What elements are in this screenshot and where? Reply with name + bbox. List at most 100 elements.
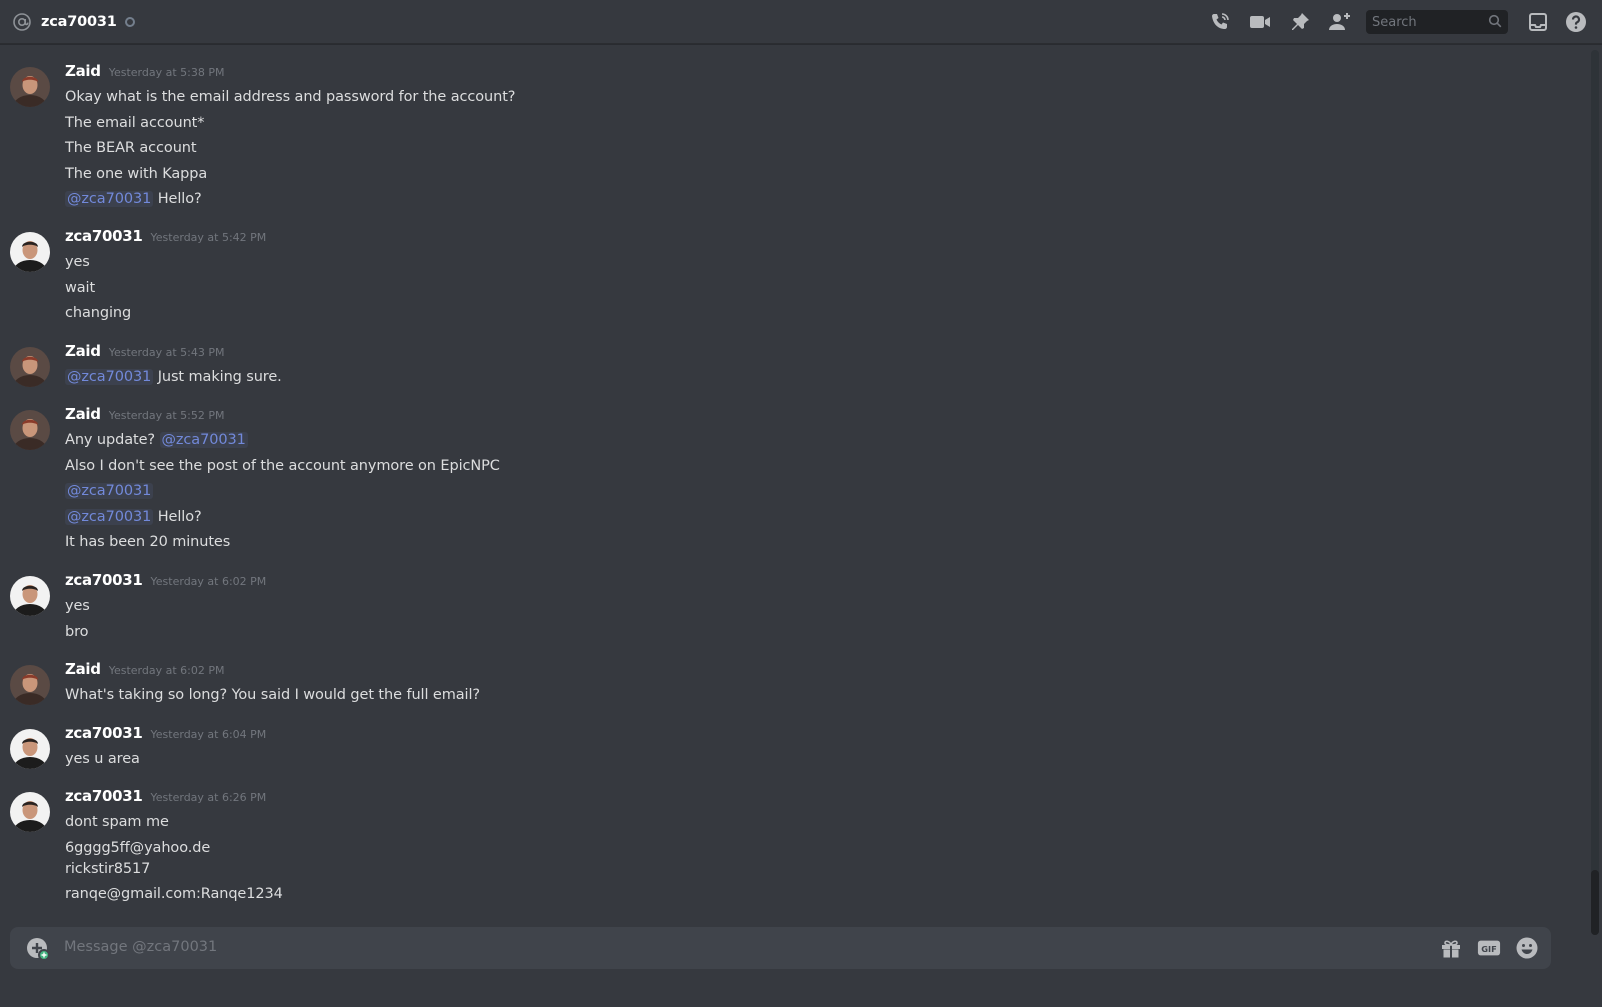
- avatar[interactable]: [10, 792, 50, 832]
- message-input[interactable]: Message @zca70031: [64, 939, 217, 955]
- message-header: zca70031 Yesterday at 5:42 PM: [65, 227, 266, 245]
- message-group: Zaid Yesterday at 5:38 PM Okay what is the…: [0, 62, 1580, 207]
- message-content: Also I don't see the post of the account…: [65, 458, 500, 474]
- username[interactable]: Zaid: [65, 660, 101, 678]
- message-text: @zca70031 Hello?: [65, 509, 202, 525]
- message-group: zca70031 Yesterday at 6:26 PM dont spam me…: [0, 787, 1580, 932]
- user-mention[interactable]: @zca70031: [65, 483, 154, 499]
- username[interactable]: Zaid: [65, 342, 101, 360]
- message-text: @zca70031 Hello?: [65, 191, 202, 207]
- message-text: The BEAR account: [65, 140, 197, 156]
- message-content: rickstir8517: [65, 861, 151, 877]
- message-text: The email account*: [65, 115, 205, 131]
- search-input[interactable]: Search: [1372, 15, 1488, 30]
- avatar[interactable]: [10, 576, 50, 616]
- composer-buttons: GIF: [1439, 927, 1539, 969]
- message-content: changing: [65, 305, 132, 321]
- message-content: ranqe@gmail.com:Ranqe1234: [65, 886, 283, 902]
- message-composer[interactable]: Message @zca70031 GIF: [10, 927, 1551, 969]
- offline-status-icon: [124, 16, 135, 27]
- call-icon[interactable]: [1208, 10, 1232, 34]
- avatar[interactable]: [10, 347, 50, 387]
- message-content: yes u area: [65, 751, 140, 767]
- timestamp: Yesterday at 5:52 PM: [108, 409, 225, 422]
- message-text: Okay what is the email address and passw…: [65, 89, 515, 105]
- message-content: 6gggg5ff@yahoo.de: [65, 840, 211, 856]
- message-text: Also I don't see the post of the account…: [65, 458, 500, 474]
- message-header: zca70031 Yesterday at 6:04 PM: [65, 724, 266, 742]
- avatar[interactable]: [10, 232, 50, 272]
- scrollbar-thumb[interactable]: [1591, 870, 1599, 935]
- timestamp: Yesterday at 6:02 PM: [150, 575, 267, 588]
- avatar[interactable]: [10, 729, 50, 769]
- emoji-icon[interactable]: [1515, 936, 1539, 960]
- message-text: It has been 20 minutes: [65, 534, 230, 550]
- message-text: Any update? @zca70031: [65, 432, 248, 448]
- upload-icon[interactable]: [26, 937, 50, 961]
- message-text: @zca70031: [65, 483, 154, 499]
- message-content: yes: [65, 254, 90, 270]
- header-left: zca70031: [0, 0, 135, 43]
- message-header: Zaid Yesterday at 5:43 PM: [65, 342, 224, 360]
- inbox-icon[interactable]: [1526, 10, 1550, 34]
- message-text: yes: [65, 598, 90, 614]
- avatar[interactable]: [10, 665, 50, 705]
- avatar[interactable]: [10, 410, 50, 450]
- user-mention[interactable]: @zca70031: [65, 191, 154, 207]
- message-content: It has been 20 minutes: [65, 534, 231, 550]
- message-text: yes: [65, 254, 90, 270]
- gift-icon[interactable]: [1439, 936, 1463, 960]
- gif-label: GIF: [1481, 944, 1497, 954]
- message-content: Hello?: [153, 191, 202, 207]
- timestamp: Yesterday at 5:42 PM: [150, 231, 267, 244]
- user-mention[interactable]: @zca70031: [65, 369, 154, 385]
- message-content: The email account*: [65, 115, 205, 131]
- message-content: Just making sure.: [153, 369, 282, 385]
- message-list[interactable]: Zaid Yesterday at 5:38 PM Okay what is the…: [0, 45, 1590, 935]
- message-text: @zca70031 Just making sure.: [65, 369, 282, 385]
- page-title: zca70031: [41, 13, 117, 30]
- at-icon: [11, 11, 33, 33]
- message-content: wait: [65, 280, 96, 296]
- message-header: Zaid Yesterday at 6:02 PM: [65, 660, 224, 678]
- message-content: Hello?: [153, 509, 202, 525]
- timestamp: Yesterday at 5:43 PM: [108, 346, 225, 359]
- message-text: yes u area: [65, 751, 140, 767]
- scrollbar-track[interactable]: [1591, 50, 1599, 935]
- message-group: Zaid Yesterday at 5:52 PM Any update? @zca…: [0, 405, 1580, 550]
- username[interactable]: Zaid: [65, 62, 101, 80]
- message-content: Any update?: [65, 432, 160, 448]
- message-text: ranqe@gmail.com:Ranqe1234: [65, 886, 283, 902]
- message-header: zca70031 Yesterday at 6:02 PM: [65, 571, 266, 589]
- message-content: What's taking so long? You said I would …: [65, 687, 480, 703]
- message-text: The one with Kappa: [65, 166, 207, 182]
- message-text: rickstir8517: [65, 861, 150, 877]
- username[interactable]: zca70031: [65, 724, 143, 742]
- username[interactable]: zca70031: [65, 571, 143, 589]
- user-mention[interactable]: @zca70031: [65, 509, 154, 525]
- message-content: The one with Kappa: [65, 166, 208, 182]
- username[interactable]: zca70031: [65, 227, 143, 245]
- timestamp: Yesterday at 5:38 PM: [108, 66, 225, 79]
- message-text: wait: [65, 280, 95, 296]
- help-icon[interactable]: [1564, 10, 1588, 34]
- video-icon[interactable]: [1248, 10, 1272, 34]
- gif-icon[interactable]: GIF: [1477, 936, 1501, 960]
- pin-icon[interactable]: [1288, 10, 1312, 34]
- search-box[interactable]: Search: [1366, 10, 1508, 34]
- avatar[interactable]: [10, 67, 50, 107]
- message-content: yes: [65, 598, 90, 614]
- add-friend-icon[interactable]: [1328, 10, 1352, 34]
- username[interactable]: Zaid: [65, 405, 101, 423]
- user-mention[interactable]: @zca70031: [159, 432, 248, 448]
- message-text: 6gggg5ff@yahoo.de: [65, 840, 210, 856]
- username[interactable]: zca70031: [65, 787, 143, 805]
- message-text: changing: [65, 305, 131, 321]
- message-text: bro: [65, 624, 89, 640]
- timestamp: Yesterday at 6:26 PM: [150, 791, 267, 804]
- channel-header: zca70031 Search: [0, 0, 1602, 44]
- header-toolbar: Search: [1208, 0, 1602, 44]
- message-content: bro: [65, 624, 89, 640]
- message-content: The BEAR account: [65, 140, 197, 156]
- timestamp: Yesterday at 6:02 PM: [108, 664, 225, 677]
